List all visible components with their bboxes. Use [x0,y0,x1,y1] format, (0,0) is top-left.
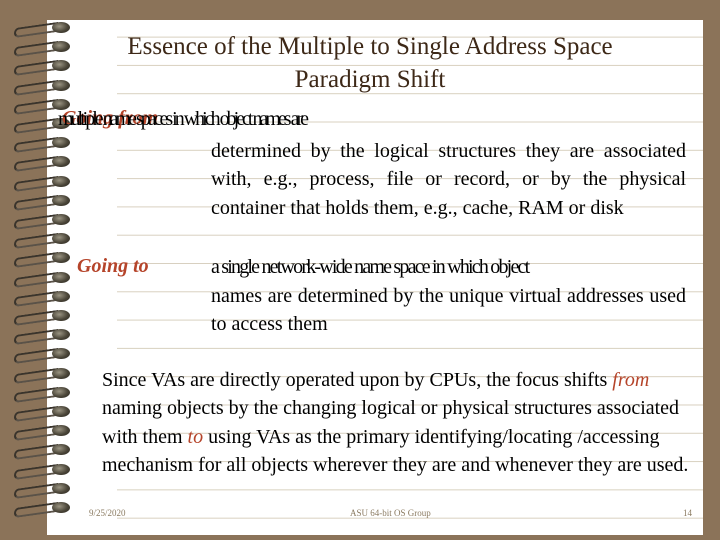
going-to-label: Going to [77,255,149,277]
summary-to-word: to [187,425,204,448]
binding-ring-icon [8,135,78,154]
binding-ring-icon [8,289,78,307]
binding-ring-icon [8,481,78,499]
binding-ring-icon [8,423,78,442]
going-to-first-line: a single network-wide name space in whic… [211,256,530,278]
binding-ring-icon [8,462,78,480]
binding-ring-icon [8,442,78,461]
binding-ring-icon [8,174,78,192]
footer-center: ASU 64-bit OS Group [350,508,431,518]
binding-ring-icon [8,78,78,96]
binding-ring-icon [8,270,78,288]
binding-ring-icon [8,250,78,269]
binding-ring-icon [8,366,78,384]
binding-ring-icon [8,193,78,211]
binding-ring-icon [8,212,78,231]
going-from-first-line: multiple name spaces in which object nam… [58,108,309,130]
footer-page-number: 14 [683,508,692,518]
binding-ring-icon [8,500,78,519]
binding-ring-icon [8,20,78,39]
binding-ring-icon [8,58,78,77]
slide-title: Essence of the Multiple to Single Addres… [127,33,613,93]
binding-ring-icon [8,404,78,423]
summary-part1: Since VAs are directly operated upon by … [102,369,613,391]
binding-ring-icon [8,327,78,346]
spiral-binding [0,0,80,540]
binding-ring-icon [8,308,78,327]
summary-from-word: from [612,369,650,391]
binding-ring-icon [8,346,78,365]
binding-ring-icon [8,154,78,173]
going-to-definition: names are determined by the unique virtu… [211,285,686,336]
going-from-definition: determined by the logical structures the… [211,140,686,219]
summary-paragraph: Since VAs are directly operated upon by … [102,366,692,479]
going-from-row: Going from multiple name spaces in which… [58,107,358,135]
binding-ring-icon [8,39,78,58]
footer-date: 9/25/2020 [89,508,126,518]
binding-ring-icon [8,385,78,403]
binding-ring-icon [8,231,78,250]
